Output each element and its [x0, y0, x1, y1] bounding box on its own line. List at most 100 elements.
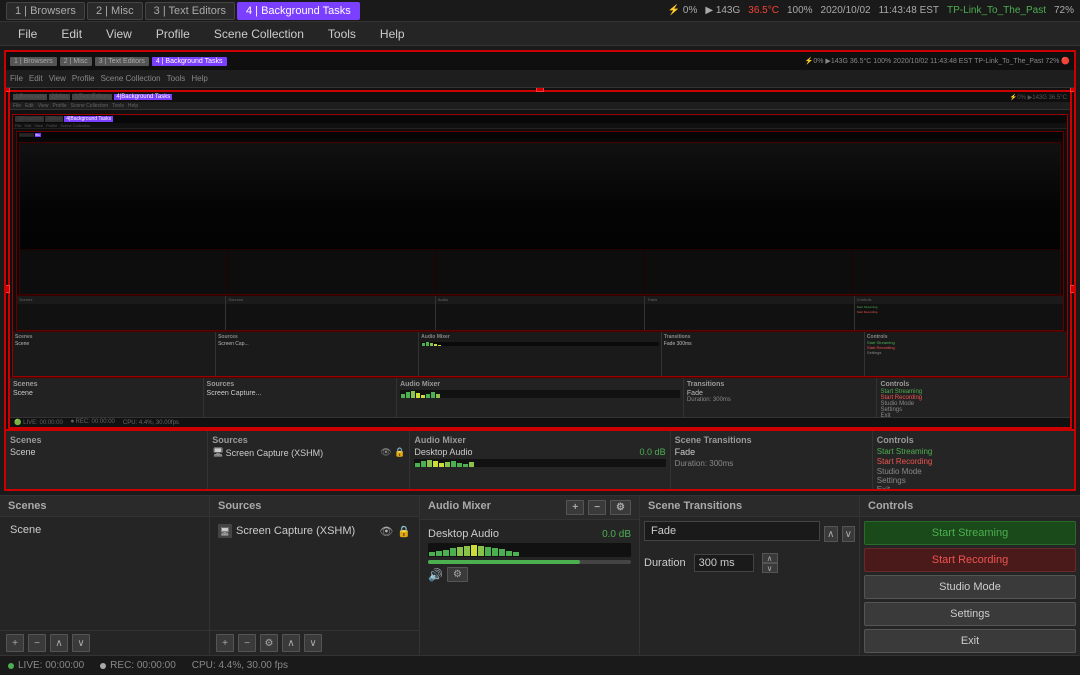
audio-controls: 🔊 ⚙	[428, 567, 631, 582]
menu-edit[interactable]: Edit	[51, 25, 92, 43]
resize-handle-mr[interactable]	[1070, 285, 1074, 293]
audio-mixer-panel: Audio Mixer + − ⚙ Desktop Audio 0.0 dB	[420, 496, 640, 655]
ram-stat: ▶ 143G	[705, 5, 740, 16]
track-name: Desktop Audio	[428, 528, 499, 540]
scenes-header: Scenes	[0, 496, 209, 517]
time-stat: 11:43:48 EST	[879, 5, 939, 16]
mute-btn[interactable]: 🔊	[428, 568, 443, 582]
transition-next-btn[interactable]: ∨	[842, 526, 856, 542]
settings-btn[interactable]: Settings	[864, 602, 1076, 626]
rec-time: REC: 00:00:00	[110, 660, 176, 671]
status-bar: LIVE: 00:00:00 REC: 00:00:00 CPU: 4.4%, …	[0, 655, 1080, 675]
duration-down-btn[interactable]: ∨	[762, 563, 778, 573]
scenes-toolbar: + − ∧ ∨	[0, 630, 209, 655]
visibility-toggle[interactable]: 👁	[379, 525, 393, 538]
resize-handle-tr[interactable]	[1070, 88, 1074, 92]
source-label: Screen Capture (XSHM)	[236, 525, 355, 537]
inner-main: 1|Browsers 2|Misc 3|Text Editors 4|Backg…	[6, 88, 1074, 489]
inner-menubar: File Edit View Profile Scene Collection …	[6, 70, 1074, 88]
battery-stat: 100%	[787, 5, 813, 16]
controls-panel: Controls Start Streaming Start Recording…	[860, 496, 1080, 655]
audio-track-desktop: Desktop Audio 0.0 dB	[424, 524, 635, 586]
scene-item[interactable]: Scene	[4, 521, 205, 539]
menu-profile[interactable]: Profile	[146, 25, 200, 43]
menu-tools[interactable]: Tools	[318, 25, 366, 43]
eq-bar-4	[450, 548, 456, 556]
audio-add-btn[interactable]: +	[566, 500, 584, 515]
cpu-stat: ⚡ 0%	[668, 5, 698, 16]
sources-settings-btn[interactable]: ⚙	[260, 634, 278, 652]
preview-area: 1 | Browsers 2 | Misc 3 | Text Editors 4…	[4, 50, 1076, 491]
audio-config-btn[interactable]: ⚙	[447, 567, 468, 582]
controls-header: Controls	[860, 496, 1080, 517]
monitor-icon: 🖥	[218, 524, 232, 538]
sources-up-btn[interactable]: ∧	[282, 634, 300, 652]
menu-scene-collection[interactable]: Scene Collection	[204, 25, 314, 43]
audio-remove-btn[interactable]: −	[588, 500, 606, 515]
date-stat: 2020/10/02	[821, 5, 871, 16]
eq-visualizer	[428, 543, 631, 557]
duration-label: Duration	[644, 557, 686, 569]
eq-bar-3	[443, 550, 449, 556]
transition-type-select[interactable]: Fade Cut Swipe	[644, 521, 820, 541]
studio-mode-btn[interactable]: Studio Mode	[864, 575, 1076, 599]
brightness-stat: 72%	[1054, 5, 1074, 16]
start-recording-btn[interactable]: Start Recording	[864, 548, 1076, 572]
nested-preview-box: 1|Browsers 2|Misc 3|Text Editors 4|Backg…	[8, 90, 1072, 429]
sources-panel: Sources 🖥 Screen Capture (XSHM) 👁 🔒 + − …	[210, 496, 420, 655]
scenes-down-btn[interactable]: ∨	[72, 634, 90, 652]
volume-slider[interactable]	[428, 560, 631, 564]
sources-down-btn[interactable]: ∨	[304, 634, 322, 652]
eq-bar-2	[436, 551, 442, 556]
menu-bar: File Edit View Profile Scene Collection …	[0, 22, 1080, 46]
duration-input[interactable]	[694, 554, 754, 572]
sources-add-btn[interactable]: +	[216, 634, 234, 652]
tab-browsers[interactable]: 1 | Browsers	[6, 2, 85, 20]
eq-bar-1	[429, 552, 435, 556]
menu-help[interactable]: Help	[370, 25, 415, 43]
cpu-info: CPU: 4.4%, 30.00 fps	[192, 660, 288, 671]
deep-nested-preview: 1|Browsers 2|Misc 4|Background Tasks Fil…	[12, 114, 1068, 377]
eq-bar-12	[506, 551, 512, 556]
deeper-nested: Browsers BG	[16, 131, 1064, 331]
obs-screenshot: 1 | Browsers 2 | Misc 3 | Text Editors 4…	[6, 52, 1074, 489]
volume-fill	[428, 560, 580, 564]
menu-view[interactable]: View	[96, 25, 142, 43]
source-item[interactable]: 🖥 Screen Capture (XSHM) 👁 🔒	[214, 521, 415, 541]
sources-remove-btn[interactable]: −	[238, 634, 256, 652]
audio-settings-btn[interactable]: ⚙	[610, 500, 631, 515]
transitions-content: Fade Cut Swipe ∧ ∨ Duration ∧ ∨	[640, 517, 859, 655]
scenes-panel: Scenes Scene + − ∧ ∨	[0, 496, 210, 655]
eq-bar-13	[513, 552, 519, 556]
transition-prev-btn[interactable]: ∧	[824, 526, 838, 542]
tab-misc[interactable]: 2 | Misc	[87, 2, 143, 20]
lock-toggle[interactable]: 🔒	[397, 525, 411, 538]
duration-row: Duration ∧ ∨	[644, 553, 855, 573]
sources-header: Sources	[210, 496, 419, 517]
start-streaming-btn[interactable]: Start Streaming	[864, 521, 1076, 545]
tab-background-tasks[interactable]: 4 | Background Tasks	[237, 2, 360, 20]
track-volume: 0.0 dB	[602, 529, 631, 540]
resize-handle-ml[interactable]	[6, 285, 10, 293]
menu-file[interactable]: File	[8, 25, 47, 43]
resize-handle-tm[interactable]	[536, 88, 544, 92]
audio-content: Desktop Audio 0.0 dB	[420, 520, 639, 655]
eq-bar-9	[485, 547, 491, 556]
duration-up-btn[interactable]: ∧	[762, 553, 778, 563]
scenes-up-btn[interactable]: ∧	[50, 634, 68, 652]
preview-fractal: 1 | Browsers 2 | Misc 3 | Text Editors 4…	[6, 52, 1074, 489]
eq-bar-6	[464, 546, 470, 556]
tab-text-editors[interactable]: 3 | Text Editors	[145, 2, 235, 20]
cpu-status: CPU: 4.4%, 30.00 fps	[192, 660, 288, 671]
eq-bar-8	[478, 546, 484, 556]
inner-bottom-panels: Scenes Scene Sources 🖥 Screen Capture (X…	[6, 429, 1074, 489]
scenes-add-btn[interactable]: +	[6, 634, 24, 652]
controls-content: Start Streaming Start Recording Studio M…	[860, 517, 1080, 655]
eq-bar-7	[471, 545, 477, 556]
temp-stat: 36.5°C	[748, 5, 779, 16]
resize-handle-tl[interactable]	[6, 88, 10, 92]
exit-btn[interactable]: Exit	[864, 629, 1076, 653]
scenes-remove-btn[interactable]: −	[28, 634, 46, 652]
sources-toolbar: + − ⚙ ∧ ∨	[210, 630, 419, 655]
transitions-panel: Scene Transitions Fade Cut Swipe ∧ ∨ Dur…	[640, 496, 860, 655]
